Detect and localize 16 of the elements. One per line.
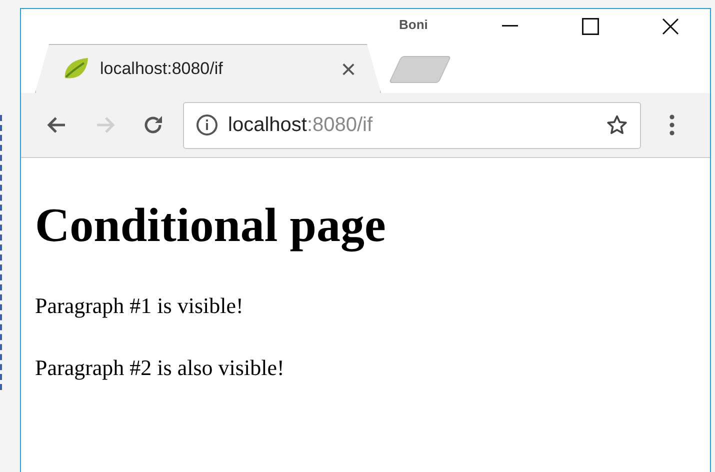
paragraph: Paragraph #2 is also visible! — [35, 354, 286, 381]
paragraph: Paragraph #1 is visible! — [35, 292, 244, 320]
browser-tab[interactable]: localhost:8080/if × — [35, 44, 381, 93]
tab-title: localhost:8080/if — [100, 58, 223, 80]
page-heading: Conditional page — [35, 202, 387, 250]
minimize-icon — [502, 25, 518, 27]
tab-close-button[interactable]: × — [340, 56, 356, 82]
profile-name[interactable]: Boni — [399, 15, 428, 34]
maximize-icon — [582, 18, 598, 34]
reload-icon[interactable] — [142, 114, 164, 136]
close-icon — [662, 18, 678, 34]
address-bar[interactable]: localhost:8080/if — [183, 102, 641, 148]
info-icon — [196, 114, 218, 136]
bookmark-star-icon[interactable] — [606, 114, 628, 136]
menu-icon[interactable] — [669, 114, 675, 136]
url-text: localhost:8080/if — [228, 113, 373, 138]
